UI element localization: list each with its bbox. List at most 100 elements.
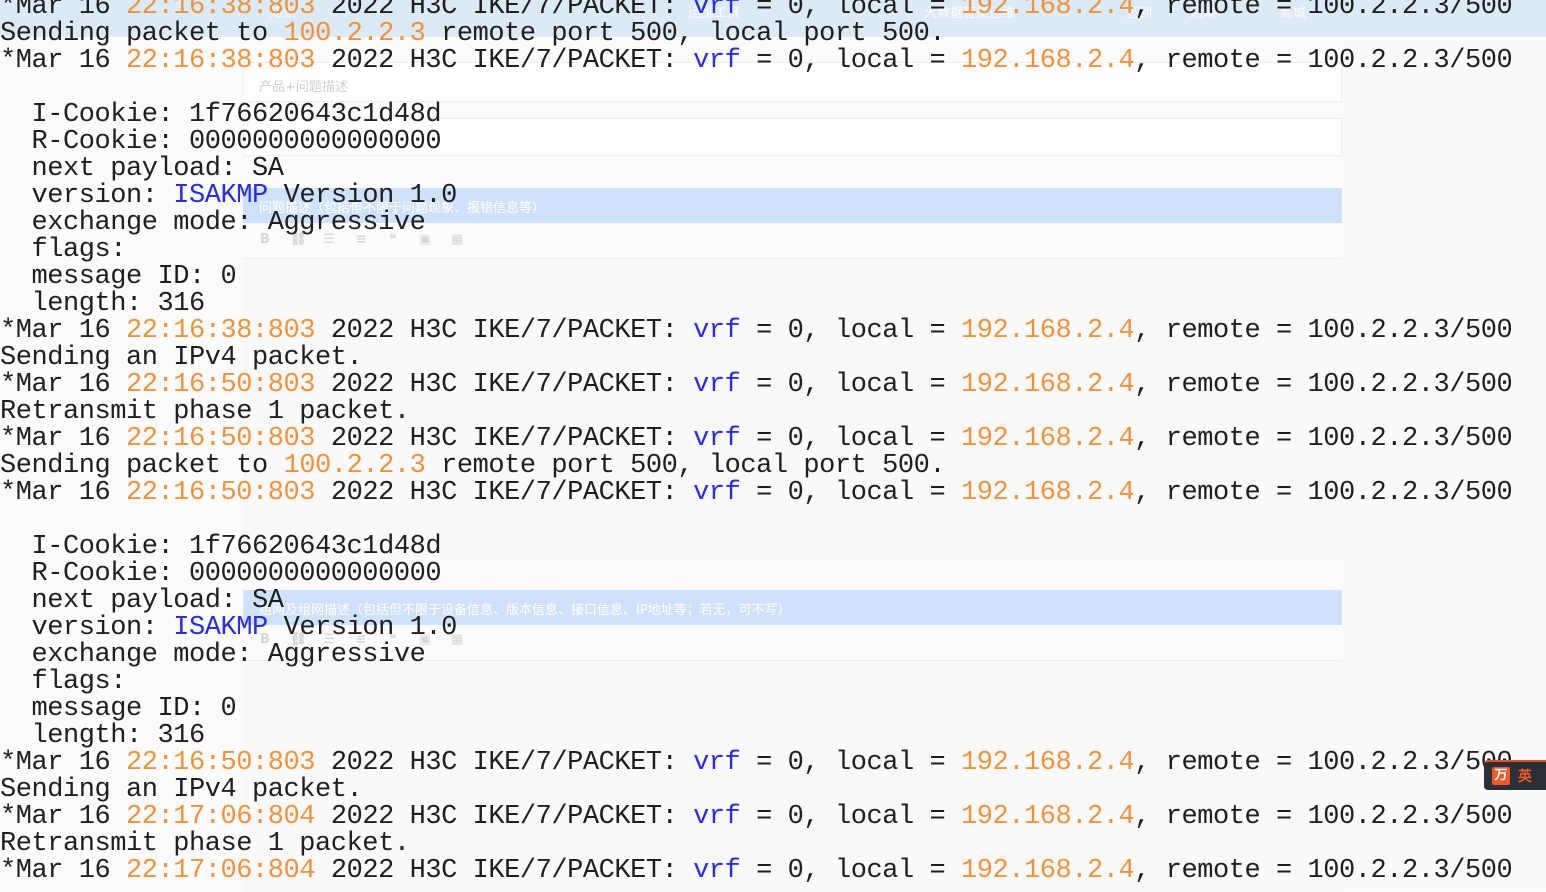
log-date: *Mar 16 xyxy=(0,478,127,508)
log-send-prefix: Sending packet to xyxy=(0,19,284,49)
log-text: Sending an IPv4 packet. xyxy=(0,775,363,805)
log-version-value: Version 1.0 xyxy=(267,181,458,211)
log-line: version: ISAKMP Version 1.0 xyxy=(0,615,1512,642)
log-remote-ip: 100.2.2.3 xyxy=(283,19,426,49)
log-line: *Mar 16 22:16:38:803 2022 H3C IKE/7/PACK… xyxy=(0,316,1513,346)
log-vrf-keyword: vrf xyxy=(693,478,741,508)
log-line: next payload: SA xyxy=(0,588,1512,615)
ike-debug-log: *Mar 16 22:16:38:803 2022 H3C IKE/7/PACK… xyxy=(0,0,1513,886)
log-remote-ip: 100.2.2.3 xyxy=(283,451,426,481)
log-line: I-Cookie: 1f76620643c1d48d xyxy=(0,102,1512,129)
log-local-ip: 192.168.2.4 xyxy=(960,0,1135,22)
log-line: R-Cookie: 0000000000000000 xyxy=(0,561,1512,588)
log-line: exchange mode: Aggressive xyxy=(0,642,1512,669)
log-remote: , remote = 100.2.2.3/500 xyxy=(1134,46,1513,76)
log-date: *Mar 16 xyxy=(0,802,127,832)
log-source: 2022 H3C IKE/7/PACKET: xyxy=(315,46,694,76)
log-line: Retransmit phase 1 packet. xyxy=(0,831,1512,858)
log-remote: , remote = 100.2.2.3/500 xyxy=(1134,0,1513,22)
log-remote: , remote = 100.2.2.3/500 xyxy=(1134,316,1513,346)
log-timestamp: 22:17:06:804 xyxy=(126,856,316,886)
log-send-suffix: remote port 500, local port 500. xyxy=(425,451,946,481)
log-line: *Mar 16 22:16:50:803 2022 H3C IKE/7/PACK… xyxy=(0,370,1513,400)
log-date: *Mar 16 xyxy=(0,370,127,400)
log-date: *Mar 16 xyxy=(0,424,127,454)
log-line: message ID: 0 xyxy=(0,696,1512,723)
log-text: I-Cookie: 1f76620643c1d48d xyxy=(0,532,442,562)
log-text: Retransmit phase 1 packet. xyxy=(0,397,410,427)
log-line: Sending packet to 100.2.2.3 remote port … xyxy=(0,21,1512,48)
log-vrf-keyword: vrf xyxy=(693,316,741,346)
log-local-ip: 192.168.2.4 xyxy=(960,478,1135,508)
log-remote: , remote = 100.2.2.3/500 xyxy=(1134,802,1513,832)
log-text: R-Cookie: 0000000000000000 xyxy=(0,127,442,157)
log-local-label: = 0, local = xyxy=(740,424,961,454)
log-text: message ID: 0 xyxy=(0,694,237,724)
log-vrf-keyword: vrf xyxy=(693,802,741,832)
log-text: next payload: SA xyxy=(0,154,285,184)
log-timestamp: 22:16:50:803 xyxy=(126,748,316,778)
log-line: flags: xyxy=(0,237,1512,264)
log-source: 2022 H3C IKE/7/PACKET: xyxy=(315,370,694,400)
log-line: version: ISAKMP Version 1.0 xyxy=(0,183,1512,210)
log-vrf-keyword: vrf xyxy=(693,46,741,76)
log-line: I-Cookie: 1f76620643c1d48d xyxy=(0,534,1512,561)
log-remote: , remote = 100.2.2.3/500 xyxy=(1134,478,1513,508)
log-text: I-Cookie: 1f76620643c1d48d xyxy=(0,100,442,130)
ime-logo-icon: 万 xyxy=(1492,767,1510,785)
log-version-value: Version 1.0 xyxy=(267,613,458,643)
log-version-label: version: xyxy=(0,613,174,643)
log-line: *Mar 16 22:16:38:803 2022 H3C IKE/7/PACK… xyxy=(0,46,1513,76)
log-timestamp: 22:16:38:803 xyxy=(126,46,316,76)
log-local-label: = 0, local = xyxy=(740,856,961,886)
log-date: *Mar 16 xyxy=(0,46,127,76)
log-text: next payload: SA xyxy=(0,586,285,616)
log-local-label: = 0, local = xyxy=(740,370,961,400)
log-date: *Mar 16 xyxy=(0,316,127,346)
log-line: *Mar 16 22:16:50:803 2022 H3C IKE/7/PACK… xyxy=(0,748,1513,778)
log-vrf-keyword: vrf xyxy=(693,370,741,400)
log-text: exchange mode: Aggressive xyxy=(0,208,426,238)
log-line: *Mar 16 22:17:06:804 2022 H3C IKE/7/PACK… xyxy=(0,802,1513,832)
log-line: message ID: 0 xyxy=(0,264,1512,291)
log-vrf-keyword: vrf xyxy=(693,424,741,454)
log-local-label: = 0, local = xyxy=(740,46,961,76)
log-line: flags: xyxy=(0,669,1512,696)
log-remote: , remote = 100.2.2.3/500 xyxy=(1134,856,1513,886)
log-send-prefix: Sending packet to xyxy=(0,451,284,481)
log-date: *Mar 16 xyxy=(0,748,127,778)
log-source: 2022 H3C IKE/7/PACKET: xyxy=(315,802,694,832)
log-send-suffix: remote port 500, local port 500. xyxy=(425,19,946,49)
log-local-label: = 0, local = xyxy=(740,316,961,346)
log-remote: , remote = 100.2.2.3/500 xyxy=(1134,748,1513,778)
log-line: *Mar 16 22:16:50:803 2022 H3C IKE/7/PACK… xyxy=(0,478,1513,508)
log-text: Sending an IPv4 packet. xyxy=(0,343,363,373)
log-date: *Mar 16 xyxy=(0,856,127,886)
log-source: 2022 H3C IKE/7/PACKET: xyxy=(315,316,694,346)
log-source: 2022 H3C IKE/7/PACKET: xyxy=(315,424,694,454)
log-local-ip: 192.168.2.4 xyxy=(960,856,1135,886)
log-text: exchange mode: Aggressive xyxy=(0,640,426,670)
log-timestamp: 22:16:50:803 xyxy=(126,370,316,400)
log-line: R-Cookie: 0000000000000000 xyxy=(0,129,1512,156)
log-line: Sending packet to 100.2.2.3 remote port … xyxy=(0,453,1512,480)
ime-language-label[interactable]: 英 xyxy=(1518,766,1532,786)
log-text: length: 316 xyxy=(0,289,206,319)
log-line: length: 316 xyxy=(0,723,1512,750)
log-vrf-keyword: vrf xyxy=(693,748,741,778)
log-line: next payload: SA xyxy=(0,156,1512,183)
log-source: 2022 H3C IKE/7/PACKET: xyxy=(315,478,694,508)
log-line: *Mar 16 22:16:50:803 2022 H3C IKE/7/PACK… xyxy=(0,424,1513,454)
log-local-ip: 192.168.2.4 xyxy=(960,424,1135,454)
log-local-ip: 192.168.2.4 xyxy=(960,46,1135,76)
ime-indicator[interactable]: 万 英 xyxy=(1484,760,1546,790)
log-local-ip: 192.168.2.4 xyxy=(960,802,1135,832)
log-line: exchange mode: Aggressive xyxy=(0,210,1512,237)
log-local-ip: 192.168.2.4 xyxy=(960,370,1135,400)
log-line: Sending an IPv4 packet. xyxy=(0,777,1512,804)
log-line: *Mar 16 22:17:06:804 2022 H3C IKE/7/PACK… xyxy=(0,856,1513,886)
log-version-label: version: xyxy=(0,181,174,211)
log-line: *Mar 16 22:16:38:803 2022 H3C IKE/7/PACK… xyxy=(0,0,1513,22)
